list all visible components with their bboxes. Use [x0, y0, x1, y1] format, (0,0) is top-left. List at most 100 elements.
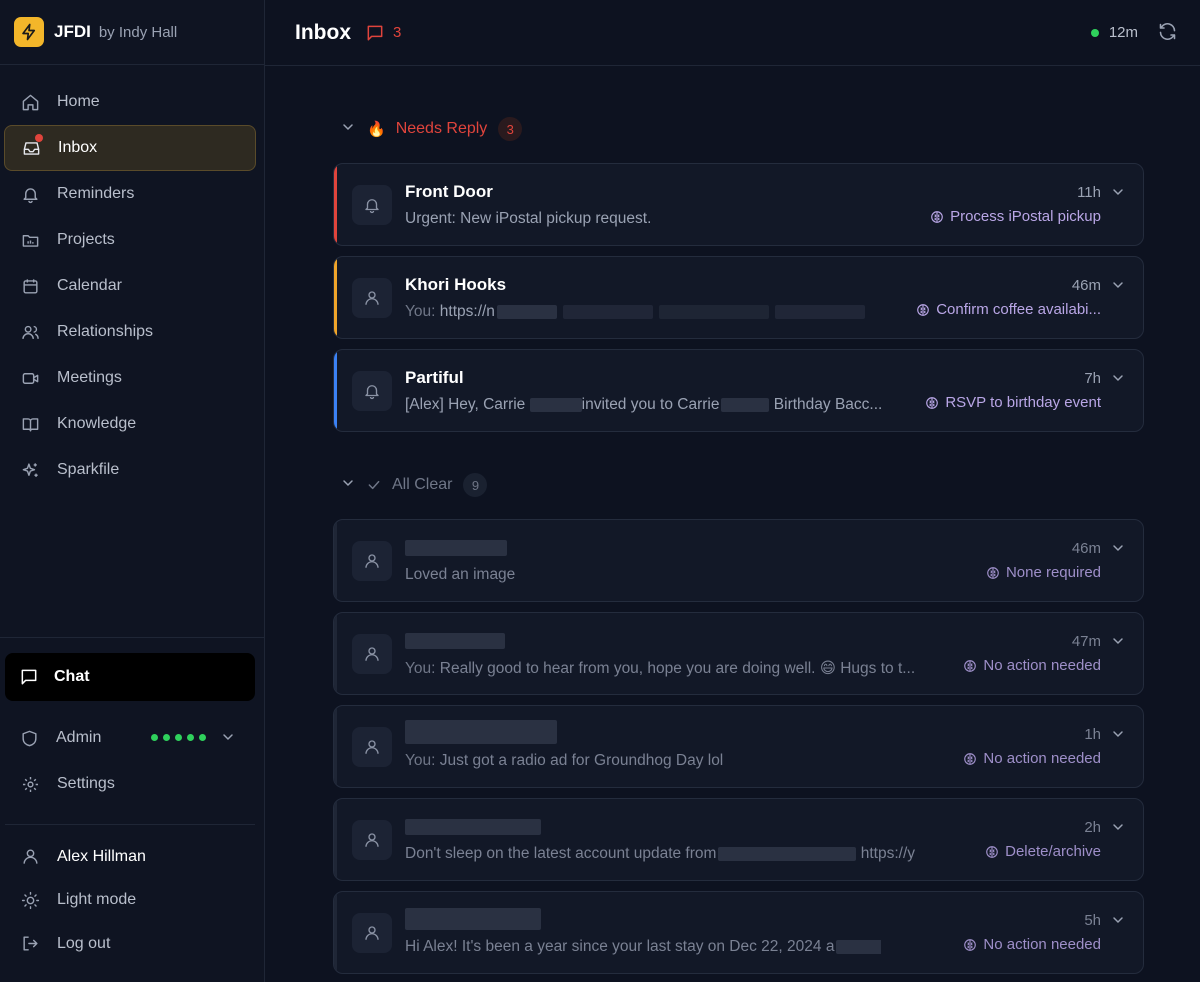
suggested-action[interactable]: Confirm coffee availabi... — [916, 301, 1101, 318]
user-icon — [352, 820, 392, 860]
folder-icon — [20, 230, 40, 250]
message-card[interactable]: You: Really good to hear from you, hope … — [333, 612, 1144, 695]
message-card[interactable]: Hi Alex! It's been a year since your las… — [333, 891, 1144, 974]
action-label: RSVP to birthday event — [945, 394, 1101, 411]
redacted-sender-name — [405, 633, 505, 649]
suggested-action[interactable]: Delete/archive — [985, 843, 1101, 860]
nav-label: Relationships — [57, 323, 154, 340]
message-preview: You: Really good to hear from you, hope … — [405, 660, 915, 677]
message-card[interactable]: Don't sleep on the latest account update… — [333, 798, 1144, 881]
chat-label: Chat — [54, 668, 90, 685]
bell-icon — [20, 184, 40, 204]
suggested-action[interactable]: No action needed — [963, 657, 1101, 674]
chevron-down-icon[interactable] — [1110, 277, 1126, 298]
nav-item-inbox[interactable]: Inbox — [4, 125, 256, 171]
nav-item-meetings[interactable]: Meetings — [4, 355, 256, 401]
chevron-down-icon[interactable] — [340, 475, 356, 496]
top-bar: Inbox 3 12m — [265, 0, 1200, 66]
priority-accent — [334, 892, 337, 973]
redacted-sender-name — [405, 819, 541, 835]
nav-item-home[interactable]: Home — [4, 79, 256, 125]
chevron-down-icon[interactable] — [1110, 370, 1126, 391]
chevron-down-icon[interactable] — [1110, 819, 1126, 840]
nav-item-settings[interactable]: Settings — [4, 761, 256, 807]
badge-count: 3 — [393, 24, 402, 41]
suggested-action[interactable]: No action needed — [963, 936, 1101, 953]
priority-accent — [334, 257, 337, 338]
nav-label: Sparkfile — [57, 461, 120, 478]
brain-icon — [916, 303, 930, 317]
nav-item-sparkfile[interactable]: Sparkfile — [4, 447, 256, 493]
sender-name: Front Door — [405, 182, 493, 201]
brand[interactable]: JFDI by Indy Hall — [0, 0, 264, 65]
divider — [0, 637, 265, 638]
message-preview: You: Just got a radio ad for Groundhog D… — [405, 752, 724, 769]
sender-name: Khori Hooks — [405, 275, 507, 294]
light-mode-toggle[interactable]: Light mode — [4, 879, 256, 923]
redacted-sender-name — [405, 540, 507, 556]
nav-item-reminders[interactable]: Reminders — [4, 171, 256, 217]
section-count: 3 — [498, 117, 523, 141]
users-icon — [20, 322, 40, 342]
suggested-action[interactable]: RSVP to birthday event — [925, 394, 1101, 411]
action-label: Delete/archive — [1005, 843, 1101, 860]
bell-icon — [352, 185, 392, 225]
page-title: Inbox — [295, 20, 351, 44]
chevron-down-icon[interactable] — [1110, 912, 1126, 933]
action-label: None required — [1005, 564, 1101, 581]
health-indicator — [151, 734, 206, 741]
priority-accent — [334, 350, 337, 431]
section-title: All Clear — [392, 476, 453, 493]
user-icon — [352, 541, 392, 581]
message-card[interactable]: Front Door Urgent: New iPostal pickup re… — [333, 163, 1144, 246]
user-icon — [352, 727, 392, 767]
nav-item-knowledge[interactable]: Knowledge — [4, 401, 256, 447]
chevron-down-icon[interactable] — [1110, 540, 1126, 561]
brand-name: JFDI — [54, 22, 91, 41]
suggested-action[interactable]: No action needed — [963, 750, 1101, 767]
message-time: 46m — [1071, 277, 1101, 294]
nav-label: Inbox — [58, 139, 98, 156]
message-card[interactable]: Khori Hooks You: https://n 46m Confirm c… — [333, 256, 1144, 339]
chevron-down-icon[interactable] — [1110, 184, 1126, 205]
logout-label: Log out — [57, 934, 111, 952]
message-time: 7h — [1084, 370, 1101, 387]
admin-menu[interactable]: Admin — [4, 715, 256, 761]
user-icon — [20, 847, 40, 867]
chat-button[interactable]: Chat — [5, 653, 255, 701]
nav-label: Settings — [57, 775, 115, 792]
message-card[interactable]: You: Just got a radio ad for Groundhog D… — [333, 705, 1144, 788]
logout-button[interactable]: Log out — [4, 922, 256, 966]
user-icon — [352, 278, 392, 318]
message-time: 46m — [1071, 540, 1101, 557]
chevron-down-icon[interactable] — [1110, 726, 1126, 747]
user-profile[interactable]: Alex Hillman — [4, 835, 256, 879]
chevron-down-icon[interactable] — [1110, 633, 1126, 654]
message-time: 47m — [1071, 633, 1101, 650]
suggested-action[interactable]: Process iPostal pickup — [930, 208, 1101, 225]
brain-icon — [986, 566, 1000, 580]
nav-label: Meetings — [57, 369, 122, 386]
brain-icon — [963, 752, 977, 766]
nav-label: Calendar — [57, 277, 122, 294]
video-icon — [20, 368, 40, 388]
nav-item-calendar[interactable]: Calendar — [4, 263, 256, 309]
section-needs-reply[interactable]: 🔥 Needs Reply 3 — [340, 117, 523, 141]
message-card[interactable]: Loved an image 46m None required — [333, 519, 1144, 602]
message-preview: Hi Alex! It's been a year since your las… — [405, 938, 881, 956]
brain-icon — [930, 210, 944, 224]
section-all-clear[interactable]: All Clear 9 — [340, 473, 488, 497]
admin-label: Admin — [56, 729, 102, 746]
chevron-down-icon[interactable] — [220, 729, 236, 750]
home-icon — [20, 92, 40, 112]
suggested-action[interactable]: None required — [986, 564, 1101, 581]
priority-accent — [334, 164, 337, 245]
message-time: 1h — [1084, 726, 1101, 743]
refresh-icon[interactable] — [1157, 21, 1178, 47]
nav-item-relationships[interactable]: Relationships — [4, 309, 256, 355]
book-icon — [20, 414, 40, 434]
chevron-down-icon[interactable] — [340, 119, 356, 140]
nav-item-projects[interactable]: Projects — [4, 217, 256, 263]
action-label: No action needed — [983, 750, 1101, 767]
message-card[interactable]: Partiful [Alex] Hey, Carrie invited you … — [333, 349, 1144, 432]
